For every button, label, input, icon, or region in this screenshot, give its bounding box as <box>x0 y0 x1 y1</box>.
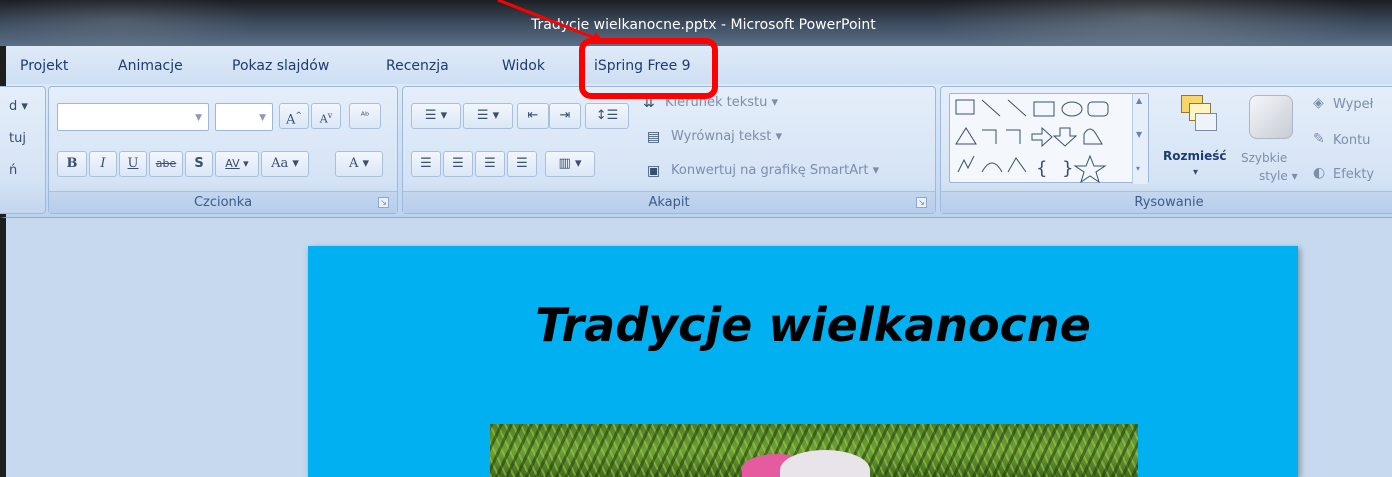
align-right-button[interactable]: ☰ <box>475 151 505 177</box>
align-right-icon: ☰ <box>484 156 496 171</box>
columns-button[interactable]: ▥ ▾ <box>545 151 595 177</box>
clear-formatting-icon: ᴬᵇ <box>360 111 370 122</box>
slide-canvas[interactable]: Tradycje wielkanocne <box>308 246 1298 477</box>
font-size-combo[interactable]: ▼ <box>215 103 273 131</box>
bold-button[interactable]: B <box>57 151 87 177</box>
svg-text:}: } <box>1062 158 1073 179</box>
dialog-launcher-icon[interactable]: ↘ <box>378 197 389 208</box>
svg-text:{: { <box>1036 158 1047 179</box>
convert-smartart-label: Konwertuj na grafikę SmartArt <box>671 163 869 178</box>
slide-photo[interactable] <box>490 424 1138 477</box>
gallery-scrollbar[interactable]: ▲ ▼ ▾ <box>1132 94 1148 184</box>
line-spacing-button[interactable]: ↕☰ <box>585 103 629 129</box>
shape-outline-icon: ✎ <box>1313 131 1325 147</box>
line-spacing-icon: ↕☰ <box>595 108 619 123</box>
shape-outline-button[interactable]: Kontu <box>1333 133 1370 148</box>
quick-styles-label-1[interactable]: Szybkie <box>1241 151 1287 165</box>
increase-indent-icon: ⇥ <box>559 108 571 123</box>
arrange-dropdown-icon[interactable]: ▾ <box>1193 167 1198 178</box>
shrink-font-label: A <box>319 112 328 126</box>
shape-effects-icon: ◐ <box>1313 165 1326 181</box>
partial-item-1[interactable]: d ▾ <box>9 99 28 114</box>
align-center-button[interactable]: ☰ <box>443 151 473 177</box>
font-color-label: A <box>348 156 359 171</box>
shape-fill-button[interactable]: Wypeł <box>1333 97 1373 112</box>
partial-item-3[interactable]: ń <box>9 163 17 178</box>
ribbon: d ▾ tuj ń ▼ ▼ A^ Av ᴬᵇ B I U abe S AV ▾ … <box>0 84 1392 218</box>
partial-item-2[interactable]: tuj <box>9 131 26 146</box>
shapes-gallery[interactable]: { } ▲ ▼ ▾ <box>949 93 1149 184</box>
quick-styles-icon <box>1249 95 1293 139</box>
tab-recenzja[interactable]: Recenzja <box>386 58 449 74</box>
align-text-icon: ▤ <box>647 129 661 145</box>
align-text-label: Wyrównaj tekst <box>671 129 772 144</box>
tab-animacje[interactable]: Animacje <box>118 58 183 74</box>
align-text-button[interactable]: Wyrównaj tekst ▾ <box>671 129 782 144</box>
shapes-gallery-icons: { } <box>955 99 1109 184</box>
change-case-button[interactable]: Aa ▾ <box>261 151 309 177</box>
shrink-font-button[interactable]: Av <box>311 103 341 129</box>
group-slides-partial: d ▾ tuj ń <box>0 86 46 214</box>
shadow-button[interactable]: S <box>185 151 213 177</box>
slide-title[interactable]: Tradycje wielkanocne <box>308 298 1298 352</box>
arrange-icon <box>1181 95 1217 135</box>
quick-styles-button[interactable]: style ▾ <box>1259 169 1298 183</box>
bullets-button[interactable]: ☰ ▾ <box>411 103 461 129</box>
strikethrough-button[interactable]: abe <box>149 151 183 177</box>
change-case-label: Aa <box>271 156 289 171</box>
group-label-rysowanie: Rysowanie <box>941 191 1392 213</box>
numbering-button[interactable]: ☰ ▾ <box>463 103 513 129</box>
shape-fill-icon: ◈ <box>1313 95 1324 111</box>
columns-icon: ▥ <box>558 156 571 171</box>
group-akapit: ☰ ▾ ☰ ▾ ⇤ ⇥ ↕☰ ☰ ☰ ☰ ☰ ▥ ▾ ⇊ Kierunek te… <box>402 86 936 214</box>
tab-widok[interactable]: Widok <box>502 58 545 74</box>
justify-button[interactable]: ☰ <box>507 151 537 177</box>
photo-egg-white <box>780 450 870 477</box>
character-spacing-button[interactable]: AV ▾ <box>215 151 259 177</box>
arrange-button[interactable]: Rozmieść <box>1163 149 1226 163</box>
shape-effects-button[interactable]: Efekty <box>1333 167 1374 182</box>
group-rysowanie: { } ▲ ▼ ▾ Rozmieść ▾ Szybkie style ▾ ◈ W… <box>940 86 1392 214</box>
italic-button[interactable]: I <box>89 151 117 177</box>
increase-indent-button[interactable]: ⇥ <box>549 103 581 129</box>
quick-styles-label-2: style <box>1259 169 1288 183</box>
chevron-down-icon: ▼ <box>259 113 266 123</box>
align-left-button[interactable]: ☰ <box>411 151 441 177</box>
character-spacing-label: AV <box>225 157 240 170</box>
convert-smartart-button[interactable]: Konwertuj na grafikę SmartArt ▾ <box>671 163 879 178</box>
group-czcionka: ▼ ▼ A^ Av ᴬᵇ B I U abe S AV ▾ Aa ▾ A ▾ C… <box>48 86 398 214</box>
font-color-button[interactable]: A ▾ <box>335 151 383 177</box>
clear-formatting-button[interactable]: ᴬᵇ <box>349 103 381 129</box>
dialog-launcher-icon[interactable]: ↘ <box>916 197 927 208</box>
grow-font-button[interactable]: A^ <box>279 103 309 129</box>
numbering-icon: ☰ <box>476 108 489 123</box>
group-label-czcionka: Czcionka <box>49 191 397 213</box>
smartart-icon: ▣ <box>647 163 661 179</box>
highlight-box <box>579 38 718 99</box>
bullets-icon: ☰ <box>424 108 437 123</box>
decrease-indent-icon: ⇤ <box>527 108 539 123</box>
chevron-down-icon: ▼ <box>195 113 202 123</box>
group-label-akapit: Akapit <box>403 191 935 213</box>
underline-button[interactable]: U <box>119 151 147 177</box>
tab-projekt[interactable]: Projekt <box>20 58 68 74</box>
justify-icon: ☰ <box>516 156 528 171</box>
align-left-icon: ☰ <box>420 156 432 171</box>
font-name-combo[interactable]: ▼ <box>57 103 209 131</box>
grow-font-label: A <box>285 112 296 128</box>
decrease-indent-button[interactable]: ⇤ <box>517 103 549 129</box>
tab-pokaz-slajdow[interactable]: Pokaz slajdów <box>232 58 329 74</box>
align-center-icon: ☰ <box>452 156 464 171</box>
